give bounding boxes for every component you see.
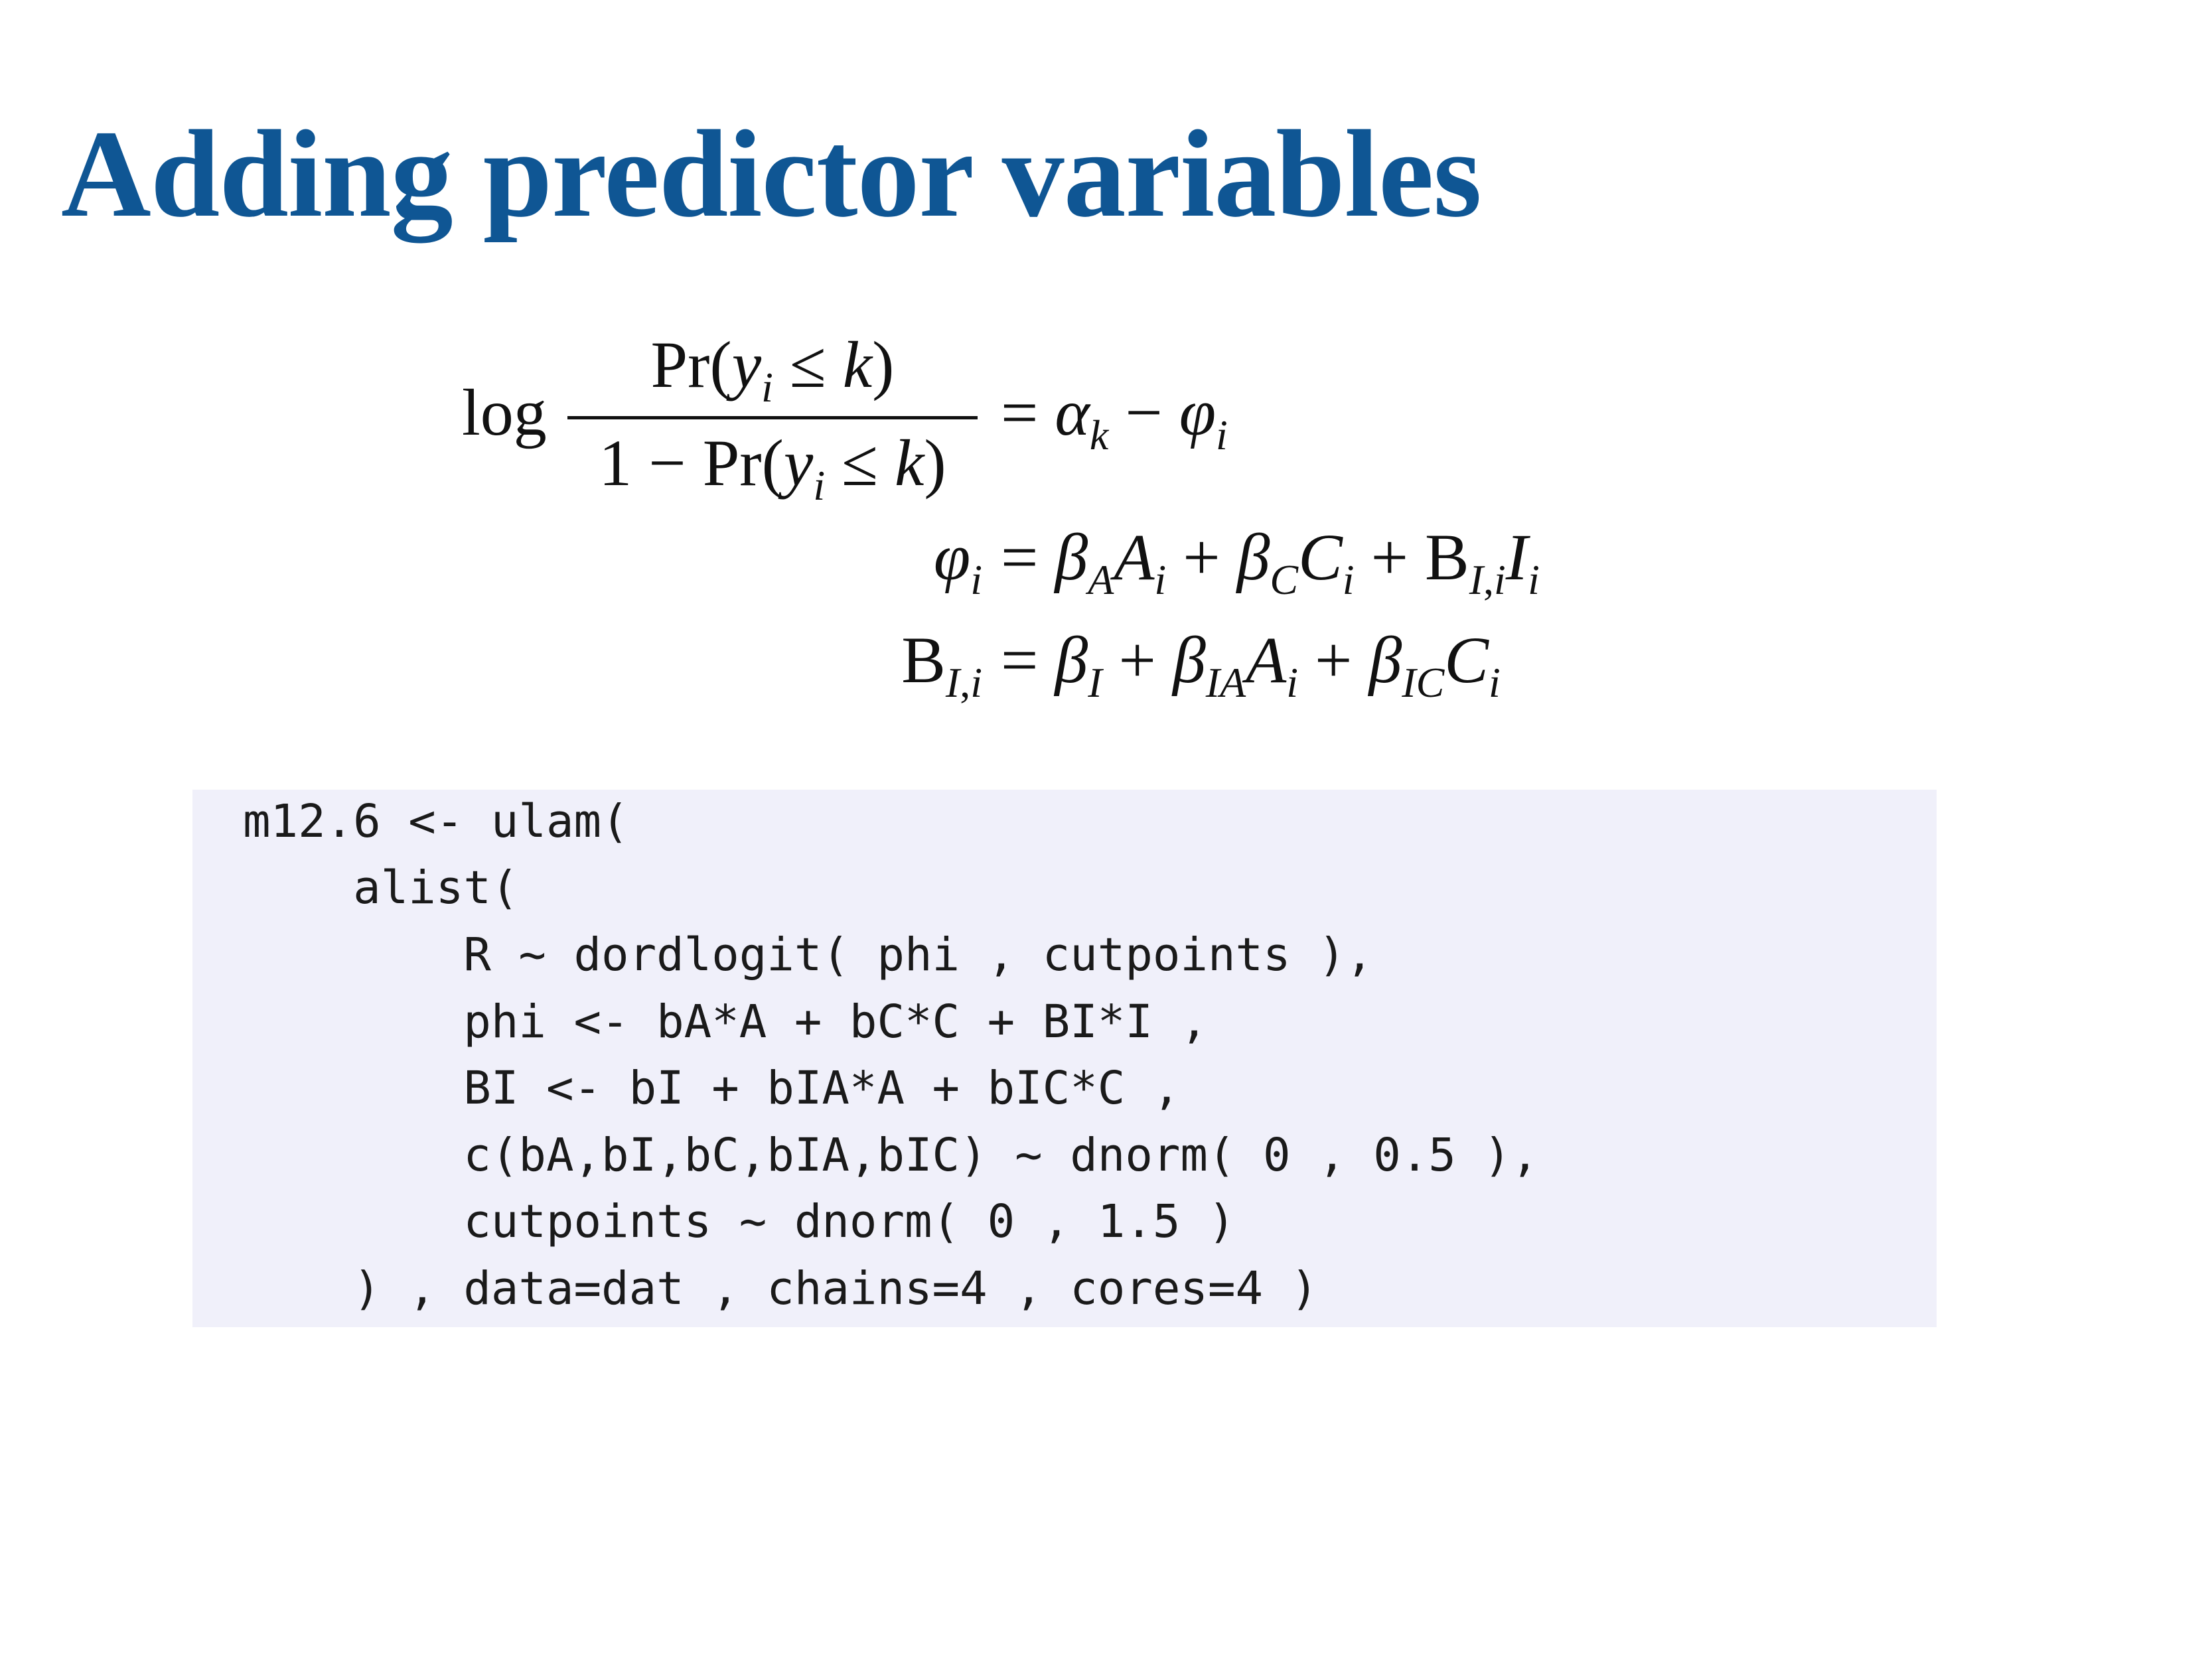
slide-title: Adding predictor variables	[61, 104, 1482, 243]
code-line: cutpoints ~ dnorm( 0 , 1.5 )	[243, 1195, 1236, 1248]
code-line: phi <- bA*A + bC*C + BI*I ,	[243, 995, 1208, 1048]
equation-1-log: log	[462, 376, 547, 449]
equation-1-fraction: Pr(yi ≤ k) 1 − Pr(yi ≤ k)	[567, 328, 978, 509]
equation-2-rhs: = βAAi + βCCi + BI,iIi	[1001, 520, 1540, 603]
code-line: c(bA,bI,bC,bIA,bIC) ~ dnorm( 0 , 0.5 ),	[243, 1129, 1539, 1182]
code-line: alist(	[243, 861, 519, 914]
code-line: BI <- bI + bIA*A + bIC*C ,	[243, 1062, 1181, 1115]
code-line: R ~ dordlogit( phi , cutpoints ),	[243, 928, 1374, 981]
code-line: m12.6 <- ulam(	[243, 795, 629, 848]
equation-2-lhs: φi	[933, 520, 982, 603]
fraction-bar	[567, 416, 978, 419]
equation-1-rhs: = αk − φi	[1001, 376, 1228, 459]
equation-3-rhs: = βI + βIAAi + βICCi	[1001, 623, 1501, 706]
equation-1-numerator: Pr(yi ≤ k)	[650, 328, 895, 411]
code-line: ) , data=dat , chains=4 , cores=4 )	[243, 1262, 1319, 1315]
equation-3-lhs: BI,i	[901, 623, 982, 706]
code-block: m12.6 <- ulam( alist( R ~ dordlogit( phi…	[192, 790, 1937, 1327]
equation-1-denominator: 1 − Pr(yi ≤ k)	[599, 426, 946, 509]
